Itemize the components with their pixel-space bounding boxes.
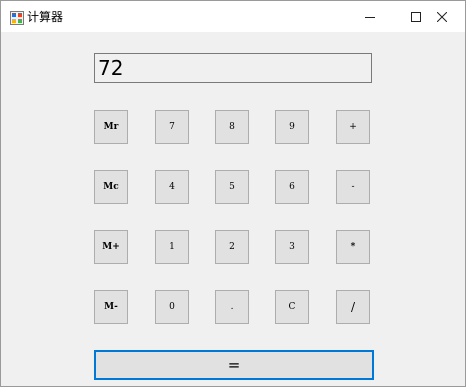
decimal-point-button[interactable]: . bbox=[215, 290, 249, 324]
memory-subtract-button[interactable]: M- bbox=[94, 290, 128, 324]
multiply-button[interactable]: * bbox=[336, 230, 370, 264]
close-button[interactable] bbox=[419, 1, 465, 32]
minimize-button[interactable] bbox=[347, 1, 393, 32]
minus-button[interactable]: - bbox=[336, 170, 370, 204]
calculator-window: 计算器 72 Mr 7 8 9 + Mc 4 5 6 - M+ 1 2 3 * … bbox=[0, 0, 466, 387]
memory-add-button[interactable]: M+ bbox=[94, 230, 128, 264]
digit-8-button[interactable]: 8 bbox=[215, 110, 249, 144]
digit-7-button[interactable]: 7 bbox=[155, 110, 189, 144]
equals-button[interactable]: = bbox=[94, 350, 374, 380]
result-display[interactable]: 72 bbox=[94, 53, 372, 83]
minimize-icon bbox=[365, 12, 375, 22]
clear-button[interactable]: C bbox=[275, 290, 309, 324]
window-title: 计算器 bbox=[27, 10, 64, 24]
calculator-app-icon bbox=[10, 10, 24, 25]
digit-6-button[interactable]: 6 bbox=[275, 170, 309, 204]
close-icon bbox=[437, 11, 447, 22]
digit-4-button[interactable]: 4 bbox=[155, 170, 189, 204]
digit-3-button[interactable]: 3 bbox=[275, 230, 309, 264]
title-bar[interactable]: 计算器 bbox=[1, 1, 465, 32]
digit-9-button[interactable]: 9 bbox=[275, 110, 309, 144]
divide-button[interactable]: / bbox=[336, 290, 370, 324]
digit-0-button[interactable]: 0 bbox=[155, 290, 189, 324]
digit-2-button[interactable]: 2 bbox=[215, 230, 249, 264]
digit-5-button[interactable]: 5 bbox=[215, 170, 249, 204]
memory-recall-button[interactable]: Mr bbox=[94, 110, 128, 144]
digit-1-button[interactable]: 1 bbox=[155, 230, 189, 264]
plus-button[interactable]: + bbox=[336, 110, 370, 144]
memory-clear-button[interactable]: Mc bbox=[94, 170, 128, 204]
